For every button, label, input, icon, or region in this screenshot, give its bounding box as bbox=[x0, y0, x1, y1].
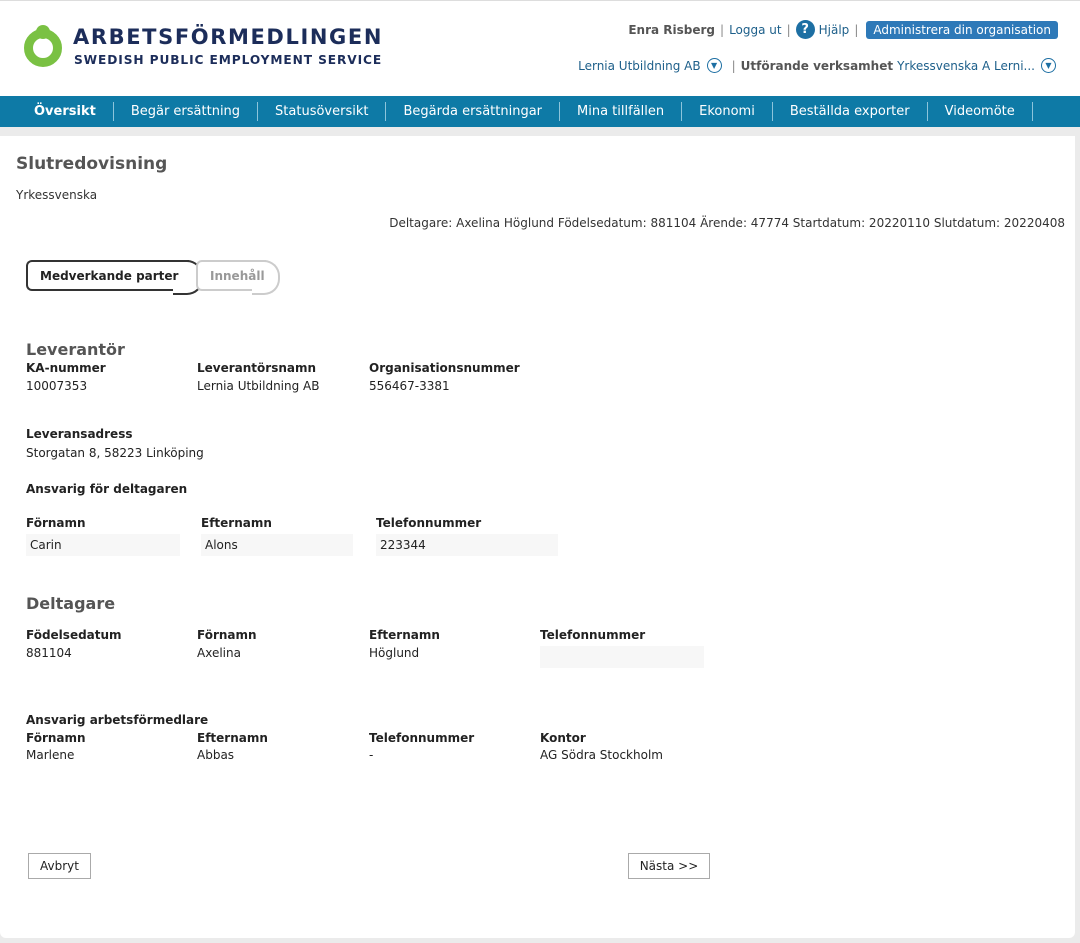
responsible-participant-label: Ansvarig för deltagaren bbox=[26, 482, 188, 496]
lastname-label: Efternamn bbox=[369, 628, 440, 642]
lastname-field[interactable]: Alons bbox=[201, 534, 353, 556]
phone-field[interactable]: 223344 bbox=[376, 534, 558, 556]
firstname-value: Marlene bbox=[26, 748, 75, 762]
birthdate-value: 881104 bbox=[26, 646, 72, 660]
logo-subtitle: SWEDISH PUBLIC EMPLOYMENT SERVICE bbox=[74, 53, 383, 67]
phone-value: - bbox=[369, 748, 374, 762]
arbetsformedlingen-logo-icon[interactable] bbox=[24, 25, 66, 67]
separator: | bbox=[731, 58, 736, 73]
nav-item-ekonomi[interactable]: Ekonomi bbox=[682, 102, 773, 121]
firstname-label: Förnamn bbox=[26, 731, 86, 745]
step-medverkande-parter[interactable]: Medverkande parter bbox=[26, 260, 203, 295]
user-name: Enra Risberg bbox=[628, 22, 716, 37]
nav-item-begar-ersattning[interactable]: Begär ersättning bbox=[114, 102, 259, 121]
org-selector[interactable]: Lernia Utbildning AB bbox=[578, 59, 701, 73]
step-label: Innehåll bbox=[210, 268, 265, 283]
ka-number-value: 10007353 bbox=[26, 379, 88, 393]
lastname-label: Efternamn bbox=[201, 516, 272, 530]
phone-label: Telefonnummer bbox=[369, 731, 475, 745]
nav-item-oversikt[interactable]: Översikt bbox=[17, 102, 114, 121]
next-button[interactable]: Nästa >> bbox=[628, 853, 710, 879]
admin-organisation-button[interactable]: Administrera din organisation bbox=[866, 20, 1058, 39]
step-label: Medverkande parter bbox=[40, 268, 179, 283]
firstname-value: Axelina bbox=[197, 646, 241, 660]
office-value: AG Södra Stockholm bbox=[540, 748, 663, 762]
office-label: Kontor bbox=[540, 731, 586, 745]
step-innehall[interactable]: Innehåll bbox=[196, 260, 280, 295]
nav-item-begarda-ersattningar[interactable]: Begärda ersättningar bbox=[386, 102, 561, 121]
lastname-label: Efternamn bbox=[197, 731, 268, 745]
chevron-down-icon[interactable]: ▼ bbox=[1041, 58, 1056, 73]
lastname-value: Höglund bbox=[369, 646, 420, 660]
page-title: Slutredovisning bbox=[16, 154, 168, 174]
separator: | bbox=[786, 22, 791, 37]
birthdate-label: Födelsedatum bbox=[26, 628, 122, 642]
chevron-down-icon[interactable]: ▼ bbox=[706, 58, 722, 73]
delivery-address-label: Leveransadress bbox=[26, 427, 133, 441]
phone-field[interactable] bbox=[540, 646, 704, 668]
section-title-deltagare: Deltagare bbox=[26, 594, 116, 613]
org-number-value: 556467-3381 bbox=[369, 379, 450, 393]
nav-item-videomote[interactable]: Videomöte bbox=[928, 102, 1033, 121]
logout-link[interactable]: Logga ut bbox=[729, 23, 782, 37]
firstname-label: Förnamn bbox=[197, 628, 257, 642]
page-subtitle: Yrkessvenska bbox=[16, 188, 98, 202]
separator: | bbox=[720, 22, 725, 37]
participant-info: Deltagare: Axelina Höglund Födelsedatum:… bbox=[389, 216, 1065, 230]
supplier-name-value: Lernia Utbildning AB bbox=[197, 379, 320, 393]
org-number-label: Organisationsnummer bbox=[369, 361, 520, 375]
supplier-name-label: Leverantörsnamn bbox=[197, 361, 317, 375]
section-title-leverantor: Leverantör bbox=[26, 340, 125, 359]
delivery-address-value: Storgatan 8, 58223 Linköping bbox=[26, 446, 204, 460]
lastname-value: Abbas bbox=[197, 748, 235, 762]
help-icon[interactable]: ? bbox=[795, 20, 815, 39]
ka-number-label: KA-nummer bbox=[26, 361, 106, 375]
main-nav: Översikt Begär ersättning Statusöversikt… bbox=[0, 96, 1080, 127]
org-bar: Lernia Utbildning AB ▼ | Utförande verks… bbox=[578, 58, 1056, 73]
site-header: ARBETSFÖRMEDLINGEN SWEDISH PUBLIC EMPLOY… bbox=[0, 0, 1080, 96]
user-bar: Enra Risberg | Logga ut | ? Hjälp | Admi… bbox=[628, 20, 1058, 39]
phone-label: Telefonnummer bbox=[376, 516, 482, 530]
verksamhet-label: Utförande verksamhet bbox=[740, 58, 894, 73]
nav-item-mina-tillfallen[interactable]: Mina tillfällen bbox=[560, 102, 683, 121]
nav-item-bestallda-exporter[interactable]: Beställda exporter bbox=[773, 102, 928, 121]
logo-title[interactable]: ARBETSFÖRMEDLINGEN bbox=[73, 25, 383, 49]
employment-officer-label: Ansvarig arbetsförmedlare bbox=[26, 713, 209, 727]
verksamhet-selector[interactable]: Yrkessvenska A Lerni... bbox=[897, 59, 1035, 73]
nav-item-statusoversikt[interactable]: Statusöversikt bbox=[258, 102, 387, 121]
separator: | bbox=[854, 22, 859, 37]
cancel-button[interactable]: Avbryt bbox=[28, 853, 91, 879]
help-link[interactable]: Hjälp bbox=[819, 23, 850, 37]
firstname-label: Förnamn bbox=[26, 516, 86, 530]
phone-label: Telefonnummer bbox=[540, 628, 646, 642]
main-panel: Slutredovisning Yrkessvenska Deltagare: … bbox=[0, 136, 1075, 938]
firstname-field[interactable]: Carin bbox=[26, 534, 180, 556]
